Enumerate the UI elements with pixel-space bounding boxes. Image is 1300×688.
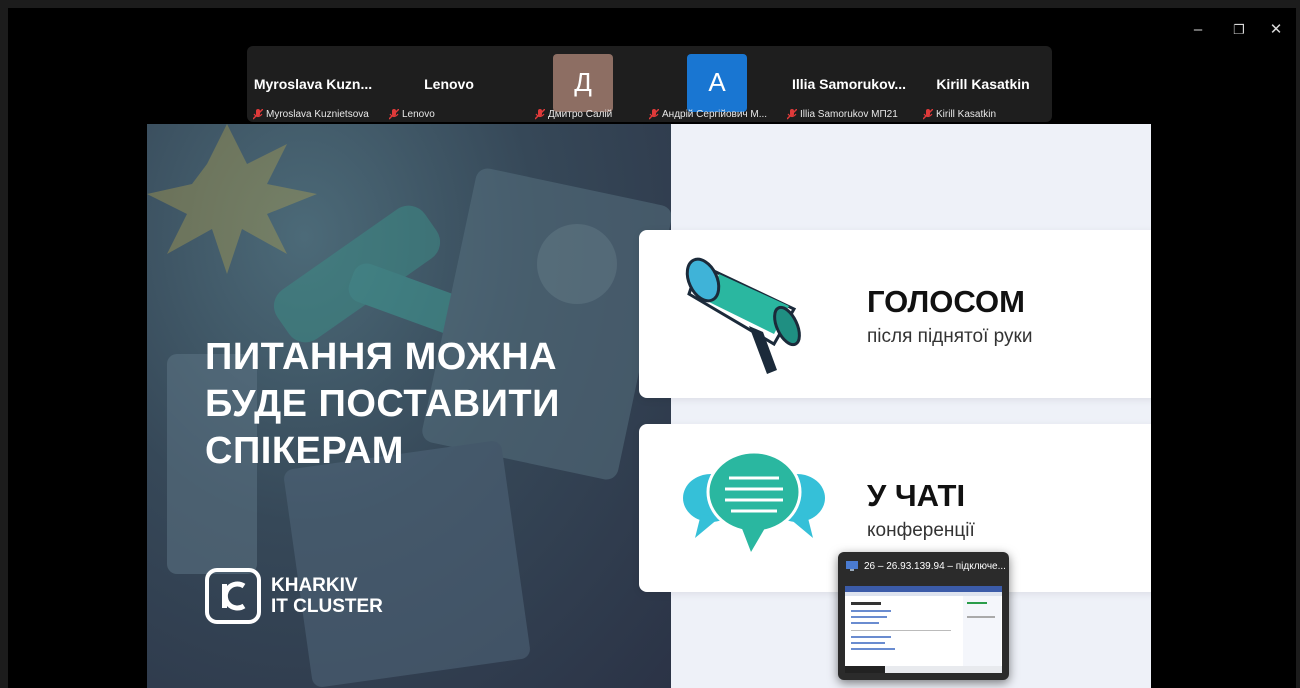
card-voice-subtitle: після піднятої руки bbox=[867, 326, 1033, 347]
avatar: Д bbox=[553, 54, 613, 112]
logo-line: IT CLUSTER bbox=[271, 596, 383, 617]
participant-caption: Myroslava Kuznietsova bbox=[253, 109, 369, 120]
participant-caption-text: Illia Samorukov МП21 bbox=[800, 109, 898, 120]
muted-mic-icon bbox=[535, 109, 545, 120]
participant-display-name: Myroslava Kuzn... bbox=[253, 76, 373, 92]
window-preview-popup[interactable]: 26 – 26.93.139.94 – підключе... bbox=[838, 552, 1009, 680]
preview-thumbnail[interactable] bbox=[845, 586, 1002, 673]
card-voice: ГОЛОСОМ після піднятої руки bbox=[639, 230, 1151, 398]
headline-line: СПІКЕРАМ bbox=[205, 430, 404, 472]
participant-tile[interactable]: А Андрій Сергійович М... bbox=[649, 46, 781, 122]
participant-tile[interactable]: Д Дмитро Салій bbox=[515, 46, 647, 122]
slide-photo-panel: ПИТАННЯ МОЖНА БУДЕ ПОСТАВИТИ СПІКЕРАМ KH… bbox=[147, 124, 671, 688]
megaphone-icon bbox=[685, 257, 801, 374]
avatar: А bbox=[687, 54, 747, 112]
participant-caption-text: Дмитро Салій bbox=[548, 109, 613, 120]
slide-headline: ПИТАННЯ МОЖНА БУДЕ ПОСТАВИТИ СПІКЕРАМ bbox=[205, 334, 560, 475]
minimize-button[interactable]: – bbox=[1188, 22, 1208, 38]
participant-caption: Illia Samorukov МП21 bbox=[787, 109, 898, 120]
preview-title-text: 26 – 26.93.139.94 – підключе... bbox=[864, 560, 1006, 572]
thumbnail-content bbox=[845, 586, 1002, 673]
muted-mic-icon bbox=[787, 109, 797, 120]
card-voice-title: ГОЛОСОМ bbox=[867, 284, 1025, 319]
close-button[interactable]: ✕ bbox=[1266, 22, 1286, 38]
chat-bubbles-icon bbox=[683, 450, 825, 552]
card-chat-subtitle: конференції bbox=[867, 520, 975, 541]
muted-mic-icon bbox=[649, 109, 659, 120]
participant-strip: Myroslava Kuzn... Myroslava Kuznietsova … bbox=[247, 46, 1052, 122]
participant-tile[interactable]: Kirill Kasatkin Kirill Kasatkin bbox=[917, 46, 1049, 122]
muted-mic-icon bbox=[389, 109, 399, 120]
participant-caption: Lenovo bbox=[389, 109, 435, 120]
headline-line: ПИТАННЯ МОЖНА bbox=[205, 336, 558, 378]
logo-line: KHARKIV bbox=[271, 575, 358, 596]
preview-title-bar: 26 – 26.93.139.94 – підключе... bbox=[846, 560, 1006, 572]
kic-logo-icon bbox=[205, 568, 261, 624]
muted-mic-icon bbox=[923, 109, 933, 120]
participant-caption: Kirill Kasatkin bbox=[923, 109, 996, 120]
participant-tile[interactable]: Lenovo Lenovo bbox=[383, 46, 515, 122]
meeting-window: – ❐ ✕ Myroslava Kuzn... Myroslava Kuznie… bbox=[8, 8, 1296, 688]
participant-tile[interactable]: Illia Samorukov... Illia Samorukov МП21 bbox=[783, 46, 915, 122]
participant-display-name: Illia Samorukov... bbox=[791, 76, 907, 92]
kharkiv-it-cluster-logo: KHARKIV IT CLUSTER bbox=[205, 568, 383, 624]
participant-display-name: Kirill Kasatkin bbox=[936, 76, 1030, 92]
restore-button[interactable]: ❐ bbox=[1229, 22, 1249, 38]
participant-caption-text: Lenovo bbox=[402, 109, 435, 120]
participant-caption-text: Myroslava Kuznietsova bbox=[266, 109, 369, 120]
participant-display-name: Lenovo bbox=[424, 76, 474, 92]
card-chat-title: У ЧАТІ bbox=[867, 478, 966, 513]
logo-text: KHARKIV IT CLUSTER bbox=[271, 575, 383, 617]
participant-tile[interactable]: Myroslava Kuzn... Myroslava Kuznietsova bbox=[247, 46, 379, 122]
participant-caption-text: Kirill Kasatkin bbox=[936, 109, 997, 120]
remote-desktop-icon bbox=[846, 561, 858, 571]
muted-mic-icon bbox=[253, 109, 263, 120]
participant-caption-text: Андрій Сергійович М... bbox=[662, 109, 768, 120]
participant-caption: Дмитро Салій bbox=[535, 109, 612, 120]
headline-line: БУДЕ ПОСТАВИТИ bbox=[205, 383, 560, 425]
participant-caption: Андрій Сергійович М... bbox=[649, 109, 767, 120]
